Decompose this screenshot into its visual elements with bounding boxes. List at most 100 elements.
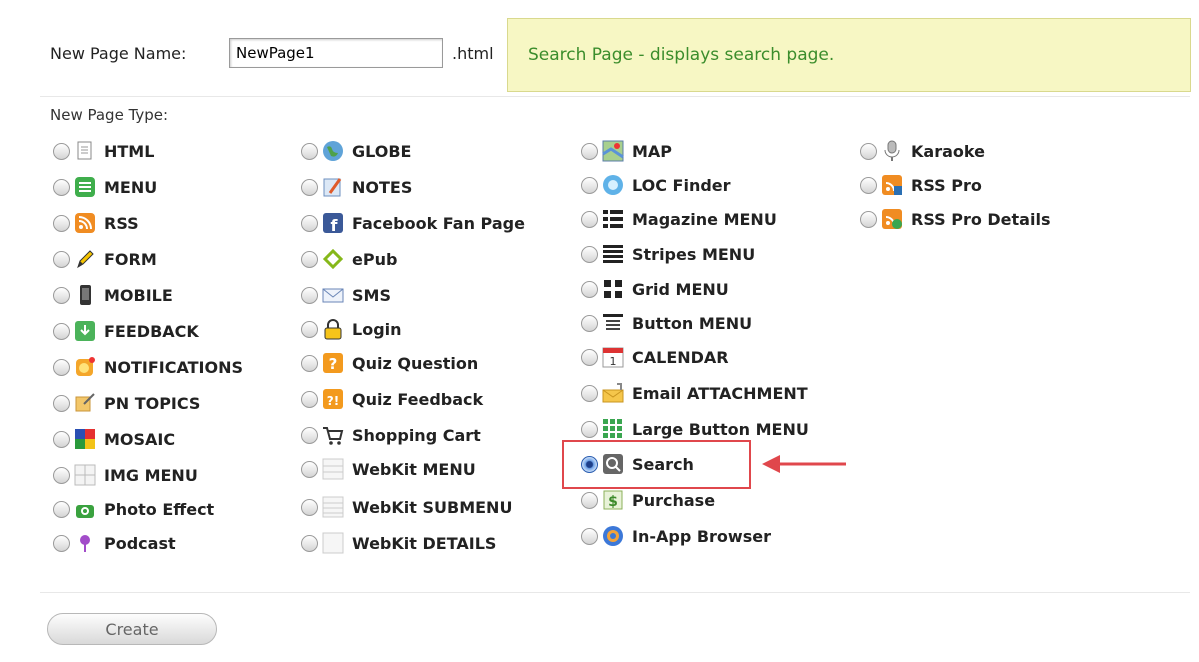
page-type-label: MOSAIC (104, 429, 176, 449)
page-type-label: MENU (104, 177, 158, 197)
page-type-label: WebKit DETAILS (352, 533, 497, 553)
page-type-option[interactable]: WebKit MENU (301, 452, 476, 486)
radio-button[interactable] (301, 534, 318, 552)
svg-text:f: f (331, 216, 339, 234)
svg-text:?: ? (329, 355, 338, 373)
magazine-menu-icon (602, 208, 624, 230)
page-type-option[interactable]: PN TOPICS (53, 386, 200, 420)
page-type-option[interactable]: LOC Finder (581, 168, 731, 202)
radio-button[interactable] (301, 214, 318, 232)
radio-button[interactable] (581, 384, 598, 402)
notes-icon (322, 176, 344, 198)
page-type-label: Podcast (104, 533, 176, 553)
page-type-option[interactable]: Photo Effect (53, 492, 214, 526)
page-type-option[interactable]: Shopping Cart (301, 418, 481, 452)
page-type-option[interactable]: GLOBE (301, 134, 411, 168)
page-type-option[interactable]: Grid MENU (581, 272, 729, 306)
page-type-option[interactable]: NOTES (301, 170, 412, 204)
radio-button[interactable] (581, 527, 598, 545)
radio-button[interactable] (581, 245, 598, 263)
radio-button[interactable] (53, 466, 70, 484)
menu-list-icon (74, 176, 96, 198)
radio-button[interactable] (53, 534, 70, 552)
page-type-option[interactable]: FEEDBACK (53, 314, 199, 348)
page-type-option[interactable]: RSS Pro (860, 168, 982, 202)
page-type-option[interactable]: RSS (53, 206, 139, 240)
page-type-option[interactable]: RSS Pro Details (860, 202, 1050, 236)
page-type-option[interactable]: MOBILE (53, 278, 173, 312)
quiz-feedback-icon: ?! (322, 388, 344, 410)
page-type-option[interactable]: In-App Browser (581, 519, 771, 553)
radio-button[interactable] (301, 178, 318, 196)
radio-button[interactable] (53, 430, 70, 448)
radio-button[interactable] (53, 322, 70, 340)
radio-button[interactable] (53, 142, 70, 160)
page-type-option[interactable]: WebKit DETAILS (301, 526, 496, 560)
page-type-label: NOTES (352, 177, 413, 197)
radio-button[interactable] (301, 390, 318, 408)
radio-button[interactable] (53, 178, 70, 196)
page-name-input[interactable] (229, 38, 443, 68)
page-type-option[interactable]: ePub (301, 242, 397, 276)
radio-button[interactable] (860, 142, 877, 160)
radio-button[interactable] (53, 250, 70, 268)
page-type-option[interactable]: HTML (53, 134, 154, 168)
page-type-option[interactable]: Stripes MENU (581, 237, 755, 271)
radio-button[interactable] (581, 314, 598, 332)
create-button[interactable]: Create (47, 613, 217, 645)
page-type-option[interactable]: MAP (581, 134, 672, 168)
page-type-option[interactable]: MOSAIC (53, 422, 175, 456)
page-type-option[interactable]: Karaoke (860, 134, 985, 168)
radio-button[interactable] (301, 354, 318, 372)
page-type-label: Stripes MENU (632, 244, 756, 264)
radio-button[interactable] (581, 491, 598, 509)
page-type-label: CALENDAR (632, 347, 729, 367)
radio-button[interactable] (581, 348, 598, 366)
page-type-label: RSS Pro (911, 175, 982, 195)
page-type-option[interactable]: MENU (53, 170, 157, 204)
radio-button[interactable] (53, 394, 70, 412)
page-type-option[interactable]: WebKit SUBMENU (301, 490, 512, 524)
radio-button[interactable] (581, 280, 598, 298)
radio-button[interactable] (581, 210, 598, 228)
radio-button[interactable] (860, 210, 877, 228)
purchase-icon: $ (602, 489, 624, 511)
page-type-option[interactable]: Login (301, 312, 402, 346)
divider-bottom (40, 592, 1190, 593)
page-type-option[interactable]: SMS (301, 278, 391, 312)
page-type-option[interactable]: Podcast (53, 526, 176, 560)
radio-button[interactable] (581, 142, 598, 160)
page-type-label: Facebook Fan Page (352, 213, 525, 233)
radio-button[interactable] (301, 460, 318, 478)
page-type-option[interactable]: NOTIFICATIONS (53, 350, 243, 384)
page-type-option[interactable]: f Facebook Fan Page (301, 206, 525, 240)
radio-button[interactable] (581, 176, 598, 194)
page-type-option[interactable]: Magazine MENU (581, 202, 777, 236)
page-type-option[interactable]: Button MENU (581, 306, 752, 340)
radio-button[interactable] (53, 358, 70, 376)
page-type-option[interactable]: Email ATTACHMENT (581, 376, 808, 410)
pencil-icon (74, 248, 96, 270)
radio-button[interactable] (53, 214, 70, 232)
radio-button[interactable] (301, 250, 318, 268)
radio-button[interactable] (301, 426, 318, 444)
page-type-label: FEEDBACK (104, 321, 199, 341)
radio-button[interactable] (53, 286, 70, 304)
radio-button[interactable] (301, 498, 318, 516)
radio-button[interactable] (860, 176, 877, 194)
radio-button[interactable] (53, 500, 70, 518)
radio-button[interactable] (301, 286, 318, 304)
radio-button[interactable] (301, 142, 318, 160)
page-type-option[interactable]: IMG MENU (53, 458, 198, 492)
page-type-option[interactable]: ?! Quiz Feedback (301, 382, 483, 416)
page-type-label: WebKit SUBMENU (352, 497, 513, 517)
page-type-option[interactable]: ? Quiz Question (301, 346, 478, 380)
image-grid-icon (74, 464, 96, 486)
globe-icon (322, 140, 344, 162)
page-type-option[interactable]: 1 CALENDAR (581, 340, 729, 374)
stripes-icon (602, 243, 624, 265)
page-name-label: New Page Name: (50, 44, 187, 63)
page-type-option[interactable]: FORM (53, 242, 157, 276)
radio-button[interactable] (581, 420, 598, 438)
radio-button[interactable] (301, 320, 318, 338)
